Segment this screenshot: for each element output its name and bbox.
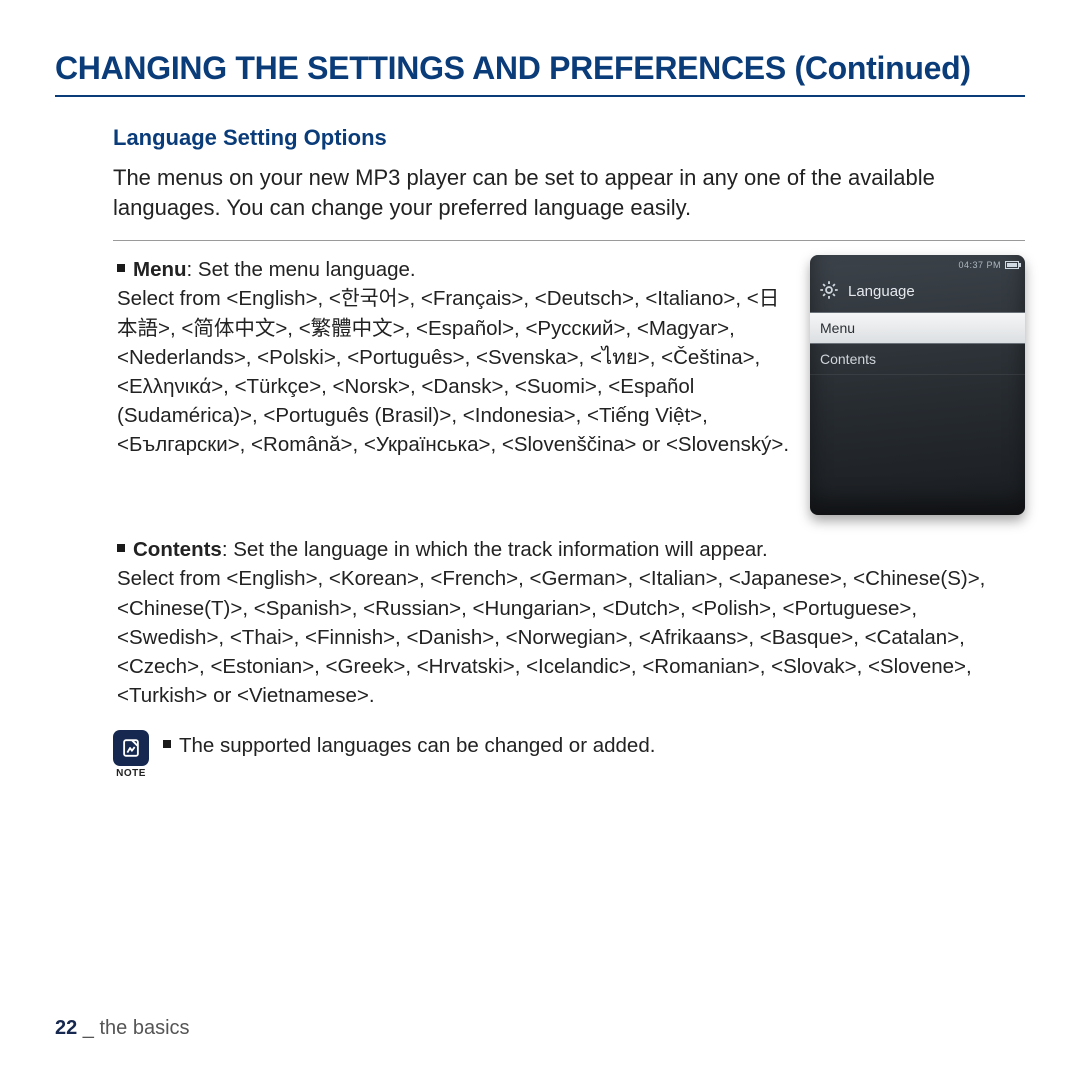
bullet-contents-body: Select from <English>, <Korean>, <French…: [117, 567, 985, 706]
page-title: CHANGING THE SETTINGS AND PREFERENCES (C…: [55, 50, 1025, 97]
bullet-contents-row: Contents: Set the language in which the …: [117, 535, 1025, 710]
footer-section: _ the basics: [77, 1017, 189, 1039]
note-text: The supported languages can be changed o…: [163, 730, 655, 758]
bullet-menu-desc: : Set the menu language.: [187, 258, 416, 281]
device-time: 04:37 PM: [958, 260, 1001, 270]
note-text-content: The supported languages can be changed o…: [179, 734, 655, 757]
bullet-menu-text: Menu: Set the menu language. Select from…: [117, 255, 790, 459]
note-icon: [113, 730, 149, 766]
note-icon-wrap: NOTE: [113, 730, 149, 779]
bullet-menu-row: Menu: Set the menu language. Select from…: [117, 255, 1025, 515]
divider: [113, 240, 1025, 241]
bullet-contents-text: Contents: Set the language in which the …: [117, 535, 1025, 710]
gear-icon: [818, 279, 840, 304]
device-header-title: Language: [848, 283, 915, 300]
bullet-marker-icon: [117, 264, 125, 272]
device-item-contents: Contents: [810, 344, 1025, 375]
note-caption: NOTE: [116, 768, 146, 779]
device-statusbar: 04:37 PM: [810, 255, 1025, 275]
device-item-menu: Menu: [810, 312, 1025, 344]
note-row: NOTE The supported languages can be chan…: [113, 730, 1025, 779]
battery-icon: [1005, 261, 1019, 269]
bullet-marker-icon: [163, 740, 171, 748]
bullet-menu-body: Select from <English>, <한국어>, <Français>…: [117, 287, 789, 456]
bullet-contents-desc: : Set the language in which the track in…: [222, 538, 768, 561]
bullets-area: Menu: Set the menu language. Select from…: [117, 255, 1025, 710]
bullet-marker-icon: [117, 544, 125, 552]
device-header: Language: [810, 275, 1025, 312]
device-screenshot: 04:37 PM Language Menu Contents: [810, 255, 1025, 515]
page-footer: 22 _ the basics: [55, 1017, 190, 1040]
bullet-contents-label: Contents: [133, 538, 222, 561]
section-title: Language Setting Options: [113, 125, 1025, 151]
page-number: 22: [55, 1017, 77, 1039]
bullet-menu-label: Menu: [133, 258, 187, 281]
intro-paragraph: The menus on your new MP3 player can be …: [113, 163, 1025, 222]
